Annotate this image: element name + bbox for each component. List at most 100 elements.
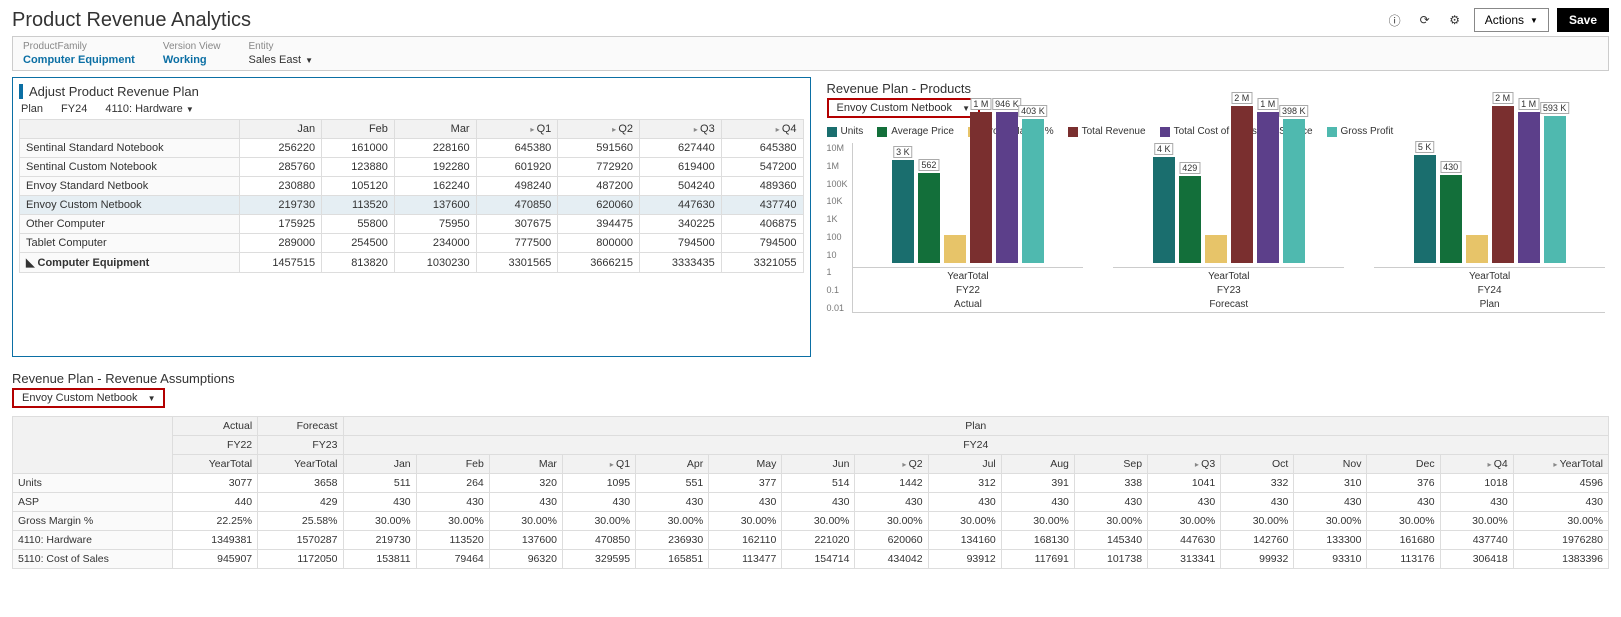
cell[interactable]: 310 <box>1294 474 1367 493</box>
col-header[interactable]: FY24 <box>343 436 1609 455</box>
row-label[interactable]: Envoy Custom Netbook <box>20 196 240 215</box>
plan-grid[interactable]: JanFebMarQ1Q2Q3Q4Sentinal Standard Noteb… <box>19 119 804 273</box>
cell[interactable]: 1041 <box>1148 474 1221 493</box>
bar-average-price[interactable]: 430 <box>1440 175 1462 263</box>
cell[interactable]: 30.00% <box>636 512 709 531</box>
cell[interactable]: 489360 <box>721 177 803 196</box>
col-header[interactable]: Plan <box>343 417 1609 436</box>
cell[interactable]: 470850 <box>476 196 558 215</box>
cell[interactable]: 619400 <box>640 158 722 177</box>
cell[interactable]: 376 <box>1367 474 1440 493</box>
col-header[interactable]: Q1 <box>476 120 558 139</box>
row-label[interactable]: ◣ Computer Equipment <box>20 253 240 273</box>
cell[interactable]: 430 <box>562 493 635 512</box>
cell[interactable]: 123880 <box>322 158 395 177</box>
cell[interactable]: 30.00% <box>1367 512 1440 531</box>
cell[interactable]: 1442 <box>855 474 928 493</box>
cell[interactable]: 620060 <box>855 531 928 550</box>
table-row[interactable]: ASP4404294304304304304304304304304304304… <box>13 493 1609 512</box>
cell[interactable]: 320 <box>489 474 562 493</box>
cell[interactable]: 30.00% <box>855 512 928 531</box>
bar-gross-profit[interactable]: 398 K <box>1283 119 1305 263</box>
col-header[interactable]: Q3 <box>640 120 722 139</box>
cell[interactable]: 133300 <box>1294 531 1367 550</box>
col-header[interactable]: May <box>709 455 782 474</box>
row-label[interactable]: Gross Margin % <box>13 512 173 531</box>
cell[interactable]: 430 <box>1367 493 1440 512</box>
bar-gross-margin-[interactable] <box>1466 235 1488 263</box>
col-header[interactable]: Q1 <box>562 455 635 474</box>
cell[interactable]: 430 <box>1221 493 1294 512</box>
cell[interactable]: 430 <box>782 493 855 512</box>
cell[interactable]: 79464 <box>416 550 489 569</box>
cell[interactable]: 93310 <box>1294 550 1367 569</box>
cell[interactable]: 30.00% <box>782 512 855 531</box>
col-header[interactable]: YearTotal <box>1513 455 1608 474</box>
cell[interactable]: 332 <box>1221 474 1294 493</box>
cell[interactable]: 162240 <box>394 177 476 196</box>
col-header[interactable]: Q4 <box>1440 455 1513 474</box>
cell[interactable]: 430 <box>1148 493 1221 512</box>
col-header[interactable]: FY22 <box>172 436 257 455</box>
col-header[interactable]: Mar <box>394 120 476 139</box>
bar-units[interactable]: 3 K <box>892 160 914 263</box>
cell[interactable]: 154714 <box>782 550 855 569</box>
cell[interactable]: 175925 <box>240 215 322 234</box>
cell[interactable]: 437740 <box>721 196 803 215</box>
cell[interactable]: 627440 <box>640 139 722 158</box>
cell[interactable]: 30.00% <box>416 512 489 531</box>
cell[interactable]: 30.00% <box>1294 512 1367 531</box>
cell[interactable]: 1570287 <box>258 531 343 550</box>
col-header[interactable]: YearTotal <box>172 455 257 474</box>
cell[interactable]: 430 <box>1001 493 1074 512</box>
col-header[interactable]: Oct <box>1221 455 1294 474</box>
cell[interactable]: 645380 <box>476 139 558 158</box>
row-label[interactable]: Units <box>13 474 173 493</box>
cell[interactable]: 3658 <box>258 474 343 493</box>
cell[interactable]: 3321055 <box>721 253 803 273</box>
col-header[interactable]: Mar <box>489 455 562 474</box>
cell[interactable]: 306418 <box>1440 550 1513 569</box>
cell[interactable]: 137600 <box>489 531 562 550</box>
cell[interactable]: 30.00% <box>1001 512 1074 531</box>
cell[interactable]: 161680 <box>1367 531 1440 550</box>
cell[interactable]: 117691 <box>1001 550 1074 569</box>
cell[interactable]: 234000 <box>394 234 476 253</box>
cell[interactable]: 1457515 <box>240 253 322 273</box>
cell[interactable]: 338 <box>1074 474 1147 493</box>
col-header[interactable]: Aug <box>1001 455 1074 474</box>
cell[interactable]: 487200 <box>558 177 640 196</box>
col-header[interactable]: Dec <box>1367 455 1440 474</box>
cell[interactable]: 1383396 <box>1513 550 1608 569</box>
cell[interactable]: 447630 <box>1148 531 1221 550</box>
cell[interactable]: 256220 <box>240 139 322 158</box>
bar-total-revenue[interactable]: 1 M <box>970 112 992 263</box>
bar-total-revenue[interactable]: 2 M <box>1231 106 1253 263</box>
cell[interactable]: 447630 <box>640 196 722 215</box>
table-row[interactable]: 4110: Hardware13493811570287219730113520… <box>13 531 1609 550</box>
panel-pov-item[interactable]: Plan <box>21 103 43 115</box>
table-row[interactable]: Gross Margin %22.25%25.58%30.00%30.00%30… <box>13 512 1609 531</box>
cell[interactable]: 430 <box>1440 493 1513 512</box>
cell[interactable]: 30.00% <box>709 512 782 531</box>
cell[interactable]: 254500 <box>322 234 395 253</box>
info-icon[interactable]: ⓘ <box>1384 9 1406 31</box>
cell[interactable]: 511 <box>343 474 416 493</box>
cell[interactable]: 591560 <box>558 139 640 158</box>
cell[interactable]: 264 <box>416 474 489 493</box>
cell[interactable]: 3301565 <box>476 253 558 273</box>
cell[interactable]: 30.00% <box>562 512 635 531</box>
cell[interactable]: 30.00% <box>1148 512 1221 531</box>
row-label[interactable]: Tablet Computer <box>20 234 240 253</box>
cell[interactable]: 601920 <box>476 158 558 177</box>
table-row[interactable]: ◣ Computer Equipment14575158138201030230… <box>20 253 804 273</box>
bar-average-price[interactable]: 562 <box>918 173 940 263</box>
cell[interactable]: 1030230 <box>394 253 476 273</box>
row-label[interactable]: 4110: Hardware <box>13 531 173 550</box>
cell[interactable]: 228160 <box>394 139 476 158</box>
cell[interactable]: 93912 <box>928 550 1001 569</box>
cell[interactable]: 113520 <box>322 196 395 215</box>
cell[interactable]: 430 <box>636 493 709 512</box>
cell[interactable]: 30.00% <box>1221 512 1294 531</box>
bar-units[interactable]: 4 K <box>1153 157 1175 263</box>
